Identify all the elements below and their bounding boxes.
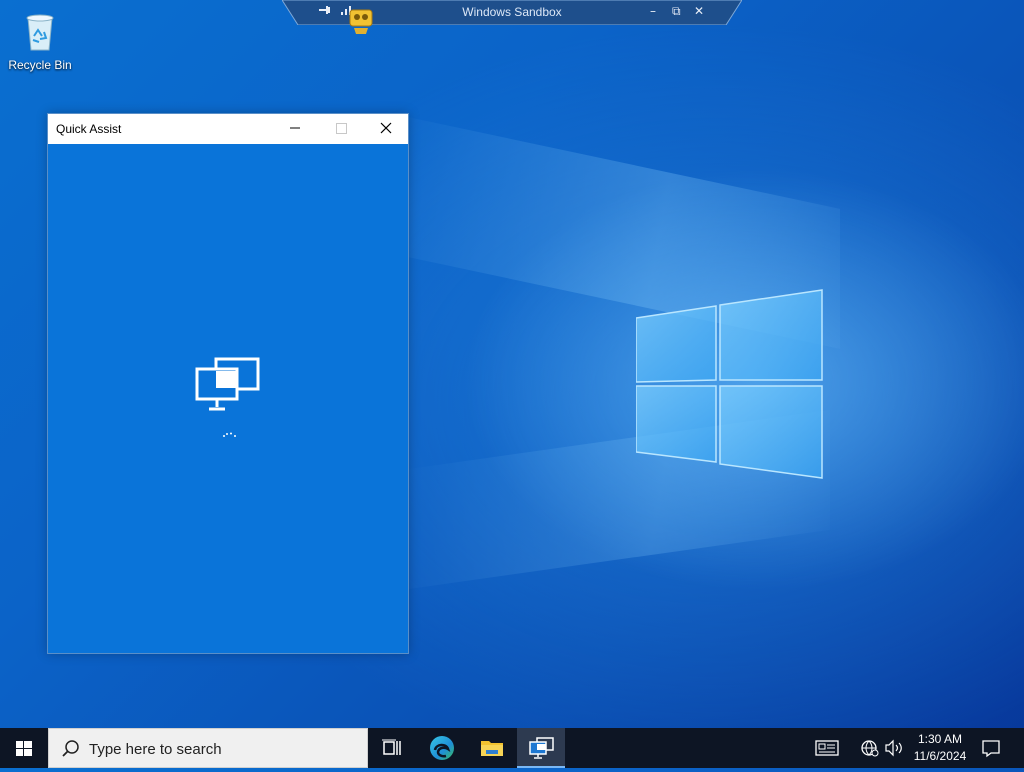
windows-start-icon — [16, 741, 32, 756]
task-view-icon — [382, 739, 401, 755]
windows-wallpaper-logo — [636, 289, 823, 479]
minimize-icon — [290, 127, 300, 129]
notification-icon — [982, 740, 1000, 758]
remote-desktop-icon — [195, 357, 260, 411]
edge-taskbar-button[interactable] — [418, 728, 466, 768]
desktop-icon-label: Recycle Bin — [8, 58, 72, 72]
windows-sandbox-titlebar[interactable]: Windows Sandbox – ⧉ ✕ — [282, 0, 742, 34]
notifications-button[interactable] — [976, 728, 1006, 768]
taskbar-search-box[interactable]: Type here to search — [48, 728, 368, 768]
clock-date: 11/6/2024 — [913, 749, 967, 763]
minimize-button[interactable] — [272, 114, 318, 144]
task-view-button[interactable] — [368, 728, 416, 768]
search-icon — [62, 740, 79, 757]
quick-assist-titlebar[interactable]: Quick Assist — [48, 114, 408, 144]
network-globe-icon — [861, 740, 879, 757]
restore-icon[interactable]: ⧉ — [672, 4, 681, 19]
taskbar-clock[interactable]: 1:30 AM 11/6/2024 — [902, 731, 978, 765]
file-explorer-icon — [481, 741, 503, 756]
taskbar: Type here to search 1:30 AM 11/6/2024 — [0, 728, 1024, 768]
close-button[interactable] — [363, 114, 409, 144]
network-button[interactable] — [858, 728, 882, 768]
desktop-icon-recycle-bin[interactable]: Recycle Bin — [6, 8, 74, 72]
minimize-icon[interactable]: – — [650, 4, 656, 18]
window-title: Quick Assist — [56, 122, 122, 136]
close-icon[interactable]: ✕ — [694, 4, 704, 18]
news-icon — [815, 740, 839, 756]
close-icon — [380, 122, 392, 134]
file-explorer-taskbar-button[interactable] — [468, 728, 516, 768]
recycle-bin-icon — [26, 14, 54, 51]
quick-assist-taskbar-button[interactable] — [517, 728, 565, 768]
maximize-icon — [336, 123, 347, 134]
clock-time: 1:30 AM — [917, 732, 963, 746]
search-placeholder: Type here to search — [89, 741, 222, 758]
quick-assist-window: Quick Assist — [47, 113, 409, 654]
start-button[interactable] — [0, 728, 48, 768]
quick-assist-icon — [529, 737, 554, 759]
maximize-button — [318, 114, 364, 144]
loading-spinner-icon — [223, 432, 236, 437]
edge-icon — [430, 736, 454, 760]
news-widget-button[interactable] — [810, 728, 844, 768]
quick-assist-content — [48, 144, 408, 653]
